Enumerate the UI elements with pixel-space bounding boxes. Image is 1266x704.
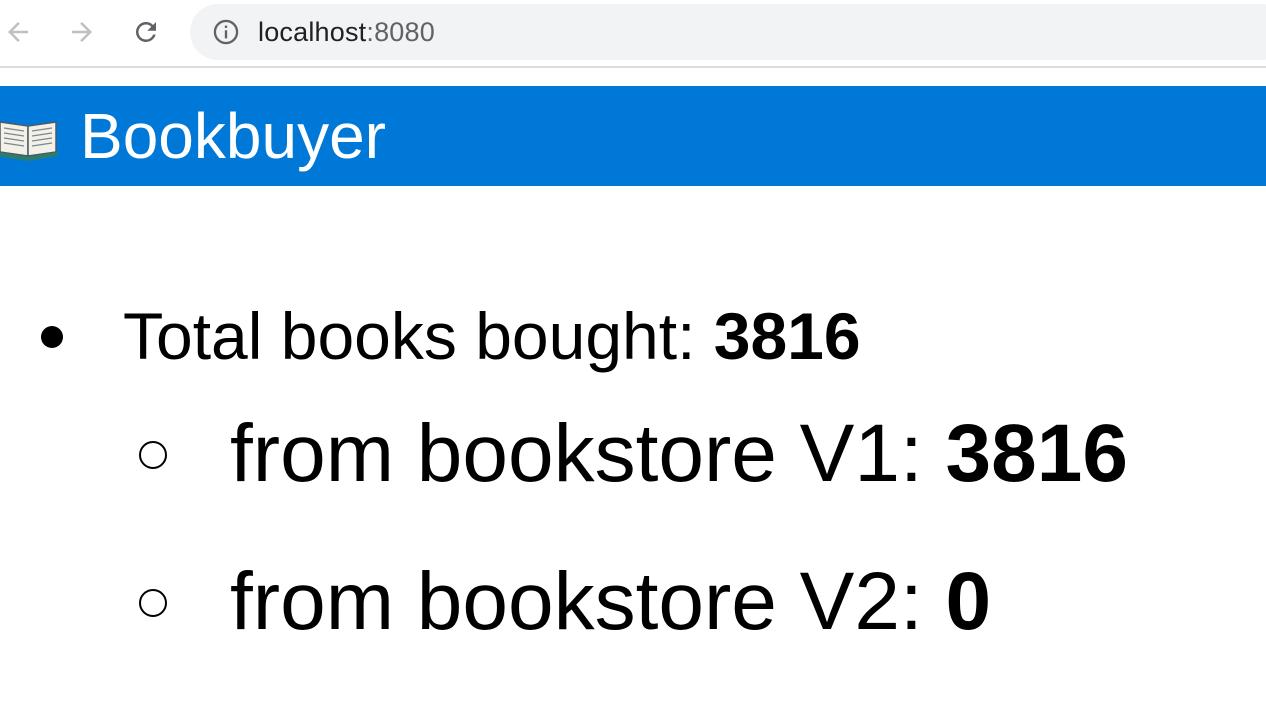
arrow-right-icon xyxy=(72,22,92,42)
url-host: localhost xyxy=(258,17,367,47)
bookstore-v1-line: from bookstore V1: 3816 xyxy=(230,404,1128,504)
total-books-line: Total books bought: 3816 xyxy=(123,296,861,376)
address-bar[interactable]: localhost:8080 xyxy=(190,4,1266,60)
total-books-item: Total books bought: 3816 xyxy=(0,296,1266,376)
bookstore-v1-item: from bookstore V1: 3816 xyxy=(0,404,1266,504)
open-book-icon xyxy=(0,121,58,161)
reload-icon xyxy=(135,21,156,42)
circle-bullet xyxy=(139,441,167,469)
url-text: localhost:8080 xyxy=(258,17,435,47)
disc-bullet xyxy=(41,326,63,348)
bookstore-v2-label: from bookstore V2: xyxy=(230,556,946,647)
bookstore-v1-value: 3816 xyxy=(945,408,1128,499)
reload-button[interactable] xyxy=(128,14,164,50)
total-books-value: 3816 xyxy=(713,299,861,373)
url-port: :8080 xyxy=(366,17,435,47)
bookstore-v1-label: from bookstore V1: xyxy=(230,408,946,499)
bookstore-v2-item: from bookstore V2: 0 xyxy=(0,552,1266,652)
back-button[interactable] xyxy=(0,14,36,50)
total-books-label: Total books bought: xyxy=(123,299,714,373)
bookstore-v2-line: from bookstore V2: 0 xyxy=(230,552,991,652)
app-header: Bookbuyer xyxy=(0,86,1266,186)
arrow-left-icon xyxy=(8,22,28,42)
app-title: Bookbuyer xyxy=(80,100,386,172)
info-icon[interactable] xyxy=(212,18,240,46)
forward-button[interactable] xyxy=(64,14,100,50)
browser-toolbar: localhost:8080 xyxy=(0,0,1266,68)
circle-bullet xyxy=(139,589,167,617)
bookstore-v2-value: 0 xyxy=(945,556,992,647)
